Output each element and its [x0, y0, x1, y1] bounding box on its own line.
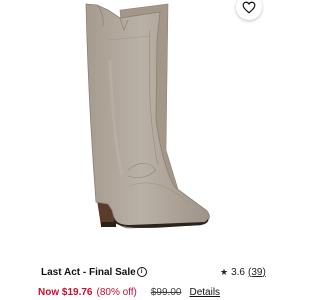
product-card[interactable]: Last Act - Final Sale i ★ 3.6 (39) Now $…: [0, 0, 300, 300]
star-icon: ★: [220, 266, 229, 277]
product-image[interactable]: [0, 0, 300, 252]
brand-label[interactable]: Last Act - Final Sale: [41, 267, 136, 278]
discount-percent: (80% off): [96, 286, 137, 298]
rating-count-link[interactable]: (39): [248, 267, 266, 278]
details-link[interactable]: Details: [189, 287, 220, 298]
brand-row: Last Act - Final Sale i: [41, 264, 147, 280]
boot-image: [85, 3, 210, 229]
heart-icon: [242, 1, 256, 14]
rating: ★ 3.6 (39): [220, 264, 266, 280]
original-price: $99.00: [150, 286, 182, 298]
sale-price: Now $19.76: [38, 286, 93, 298]
price-row: Now $19.76 (80% off) $99.00 Details: [38, 284, 220, 300]
info-icon[interactable]: i: [136, 267, 147, 277]
rating-value: 3.6: [231, 266, 245, 278]
